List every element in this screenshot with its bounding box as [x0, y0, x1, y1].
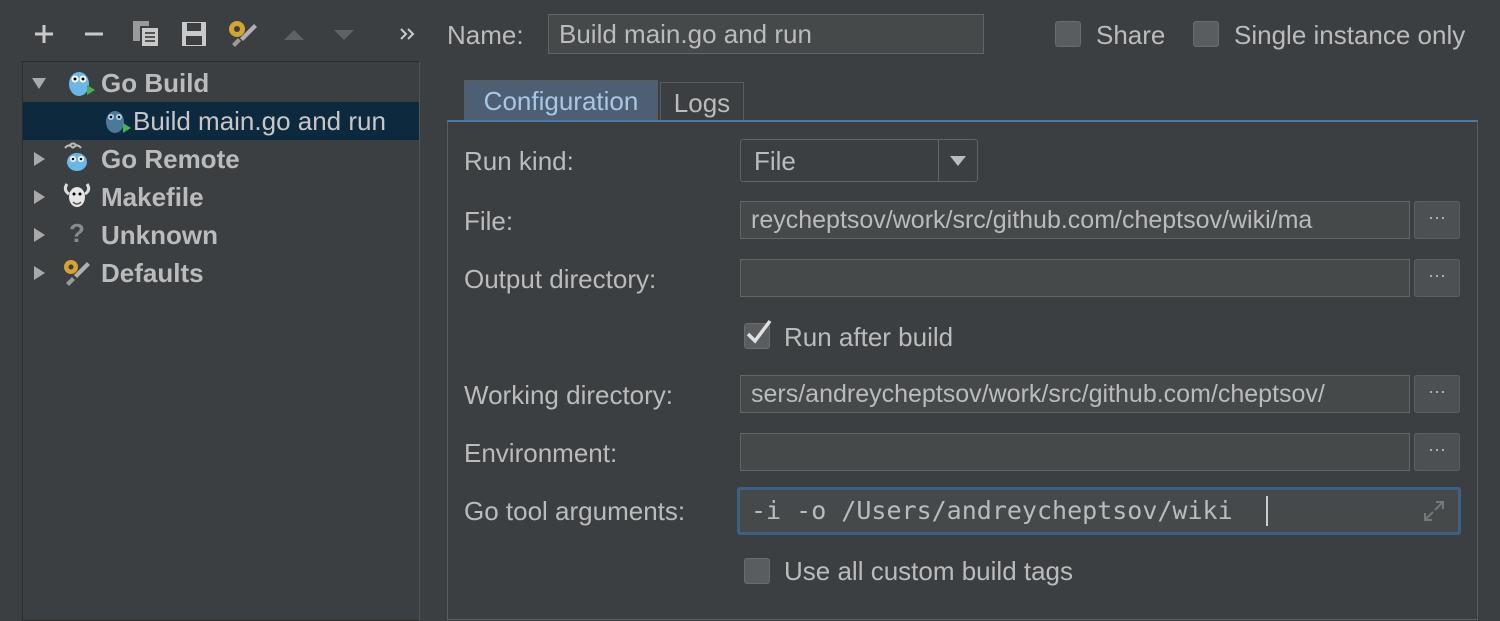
more-button[interactable] — [392, 18, 424, 50]
name-field[interactable]: Build main.go and run — [548, 14, 984, 54]
file-label: File: — [464, 206, 514, 236]
defaults-wrench-icon — [64, 260, 90, 286]
move-down-button[interactable] — [328, 18, 360, 50]
output-directory-label: Output directory: — [464, 264, 657, 294]
collapsed-arrow-icon — [34, 190, 45, 204]
single-instance-label: Single instance only — [1234, 20, 1466, 50]
remove-icon — [85, 32, 103, 36]
edit-defaults-button[interactable] — [226, 18, 258, 50]
go-build-icon — [69, 72, 95, 96]
edit-defaults-icon — [229, 21, 257, 47]
tab-logs[interactable]: Logs — [660, 82, 744, 123]
tree-item-makefile[interactable]: Makefile — [23, 178, 419, 216]
remove-button[interactable] — [78, 18, 110, 50]
go-tool-arguments-label: Go tool arguments: — [464, 496, 686, 526]
custom-build-tags-checkbox[interactable] — [744, 558, 770, 584]
output-directory-browse-button[interactable]: ··· — [1414, 259, 1460, 297]
collapsed-arrow-icon — [34, 266, 45, 280]
go-build-config-icon — [106, 111, 131, 133]
output-directory-field[interactable] — [740, 259, 1410, 297]
save-button[interactable] — [178, 18, 210, 50]
move-down-icon — [334, 30, 354, 40]
working-directory-field[interactable]: sers/andreycheptsov/work/src/github.com/… — [740, 375, 1410, 413]
tree-item-label: Build main.go and run — [133, 105, 386, 136]
run-kind-label: Run kind: — [464, 146, 574, 176]
go-remote-icon — [64, 142, 87, 171]
share-checkbox[interactable] — [1055, 21, 1081, 47]
collapsed-arrow-icon — [34, 228, 45, 242]
environment-field[interactable] — [740, 433, 1410, 471]
tree-item-label: Makefile — [101, 181, 204, 212]
collapsed-arrow-icon — [34, 152, 45, 166]
tree-item-defaults[interactable]: Defaults — [23, 254, 419, 292]
tree-item-label: Go Remote — [101, 143, 240, 174]
copy-button[interactable] — [130, 18, 162, 50]
add-icon — [35, 25, 53, 43]
file-field[interactable]: reycheptsov/work/src/github.com/cheptsov… — [740, 201, 1410, 239]
tree-item-unknown[interactable]: ? Unknown — [23, 216, 419, 254]
run-after-build-checkbox[interactable] — [744, 319, 772, 349]
tree-item-go-remote[interactable]: Go Remote — [23, 140, 419, 178]
run-kind-dropdown[interactable]: File — [740, 139, 978, 182]
go-tool-arguments-value: -i -o /Users/andreycheptsov/wiki — [751, 496, 1233, 525]
move-up-icon — [284, 30, 304, 40]
tree-item-go-build[interactable]: Go Build — [23, 64, 419, 102]
environment-label: Environment: — [464, 438, 618, 468]
environment-browse-button[interactable]: ··· — [1414, 433, 1460, 471]
share-label: Share — [1096, 20, 1166, 50]
run-kind-value: File — [754, 146, 796, 176]
tab-configuration[interactable]: Configuration — [464, 80, 658, 121]
makefile-gnu-icon — [63, 183, 91, 207]
checkmark-icon — [746, 319, 772, 344]
working-directory-browse-button[interactable]: ··· — [1414, 375, 1460, 413]
tree-item-label: Unknown — [101, 219, 218, 250]
add-button[interactable] — [28, 18, 60, 50]
run-after-build-label: Run after build — [784, 322, 954, 352]
configuration-tree[interactable]: Go Build Build main.go and run Go Remote — [22, 61, 420, 621]
move-up-button[interactable] — [278, 18, 310, 50]
save-icon — [182, 22, 206, 46]
tree-item-build-main-go-and-run[interactable]: Build main.go and run — [23, 102, 419, 140]
single-instance-checkbox[interactable] — [1193, 21, 1219, 47]
tree-item-label: Go Build — [101, 67, 210, 98]
tree-item-label: Defaults — [101, 257, 204, 288]
expanded-arrow-icon — [32, 78, 46, 89]
more-icon — [400, 28, 415, 40]
text-cursor — [1266, 496, 1268, 526]
question-mark-icon: ? — [69, 218, 85, 248]
working-directory-label: Working directory: — [464, 380, 674, 410]
expand-icon[interactable] — [1422, 499, 1446, 523]
configuration-panel — [447, 120, 1478, 620]
name-label: Name: — [447, 20, 524, 50]
chevron-down-icon — [950, 156, 966, 166]
copy-icon — [133, 21, 160, 48]
custom-build-tags-label: Use all custom build tags — [784, 556, 1074, 586]
go-tool-arguments-field[interactable]: -i -o /Users/andreycheptsov/wiki — [737, 487, 1461, 535]
file-browse-button[interactable]: ··· — [1414, 201, 1460, 239]
